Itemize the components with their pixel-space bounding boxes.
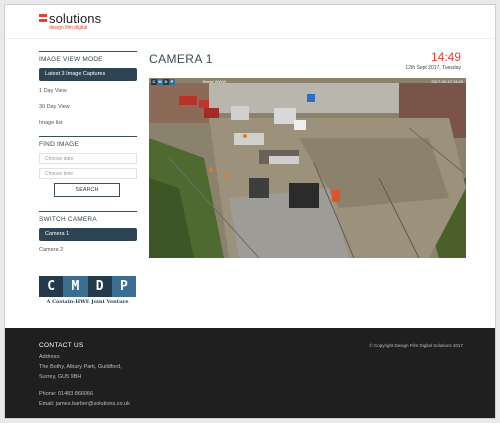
current-time: 14:49: [430, 50, 461, 64]
view-30-day-link[interactable]: 30 Day View: [39, 104, 137, 110]
view-latest-captures-button[interactable]: Latest 3 Image Captures: [39, 68, 137, 81]
page-title: CAMERA 1: [149, 52, 213, 66]
construction-site-image: [149, 78, 466, 258]
cmdp-letter-d: D: [87, 276, 112, 297]
cmdp-letter-p: P: [111, 276, 136, 297]
cmdp-letter-c: C: [39, 276, 64, 297]
current-date: 12th Sept 2017, Tuesday: [405, 65, 461, 71]
footer-address-label: Address:: [39, 354, 61, 360]
page-frame: solutions design film digital IMAGE VIEW…: [4, 4, 496, 419]
footer-copyright: © Copyright Design Film Digital Solution…: [369, 343, 463, 348]
camera-overlay-timestamp: 2017-09-12 14:49: [431, 79, 463, 84]
logo-subtitle: design film digital: [49, 25, 88, 31]
footer-email[interactable]: Email: james.barber@solutions.co.uk: [39, 401, 130, 407]
search-button[interactable]: SEARCH: [54, 183, 120, 197]
view-image-list-link[interactable]: Image list: [39, 120, 137, 126]
footer-phone: Phone: 01483 866066: [39, 391, 94, 397]
footer-address-line-1: The Bothy, Albury Park, Guildford,: [39, 364, 122, 370]
time-input[interactable]: Choose time: [39, 168, 137, 179]
camera-image[interactable]: C M D P Brede WWW 2017-09-12 14:49: [149, 78, 466, 258]
view-mode-section: IMAGE VIEW MODE Latest 3 Image Captures …: [39, 51, 137, 126]
cmdp-letter-m: M: [63, 276, 88, 297]
find-image-section: FIND IMAGE Choose date Choose time SEARC…: [39, 136, 137, 197]
camera-brand-p: P: [169, 78, 175, 85]
site-header: solutions design film digital: [5, 5, 495, 39]
footer-address-line-2: Surrey, GU5 9BH: [39, 374, 82, 380]
switch-camera-title: SWITCH CAMERA: [39, 216, 97, 223]
logo-mark-icon: [39, 14, 47, 23]
view-1-day-link[interactable]: 1 Day View: [39, 88, 137, 94]
logo-text: solutions: [49, 11, 102, 26]
cmdp-logo: C M D P A Costain-HWE Joint Venture: [39, 276, 136, 309]
sidebar: IMAGE VIEW MODE Latest 3 Image Captures …: [39, 51, 137, 253]
switch-camera-section: SWITCH CAMERA Camera 1 Camera 2: [39, 211, 137, 253]
find-image-title: FIND IMAGE: [39, 141, 79, 148]
footer-title: CONTACT US: [39, 342, 84, 349]
site-footer: CONTACT US Address: The Bothy, Albury Pa…: [5, 328, 495, 418]
date-input[interactable]: Choose date: [39, 153, 137, 164]
camera-overlay: C M D P Brede WWW 2017-09-12 14:49: [149, 78, 466, 85]
camera-2-link[interactable]: Camera 2: [39, 247, 137, 253]
camera-1-button[interactable]: Camera 1: [39, 228, 137, 241]
camera-brand-badge: C M D P: [151, 78, 175, 85]
cmdp-tagline: A Costain-HWE Joint Venture: [46, 299, 129, 305]
camera-overlay-name: Brede WWW: [203, 79, 227, 84]
view-mode-title: IMAGE VIEW MODE: [39, 56, 103, 63]
